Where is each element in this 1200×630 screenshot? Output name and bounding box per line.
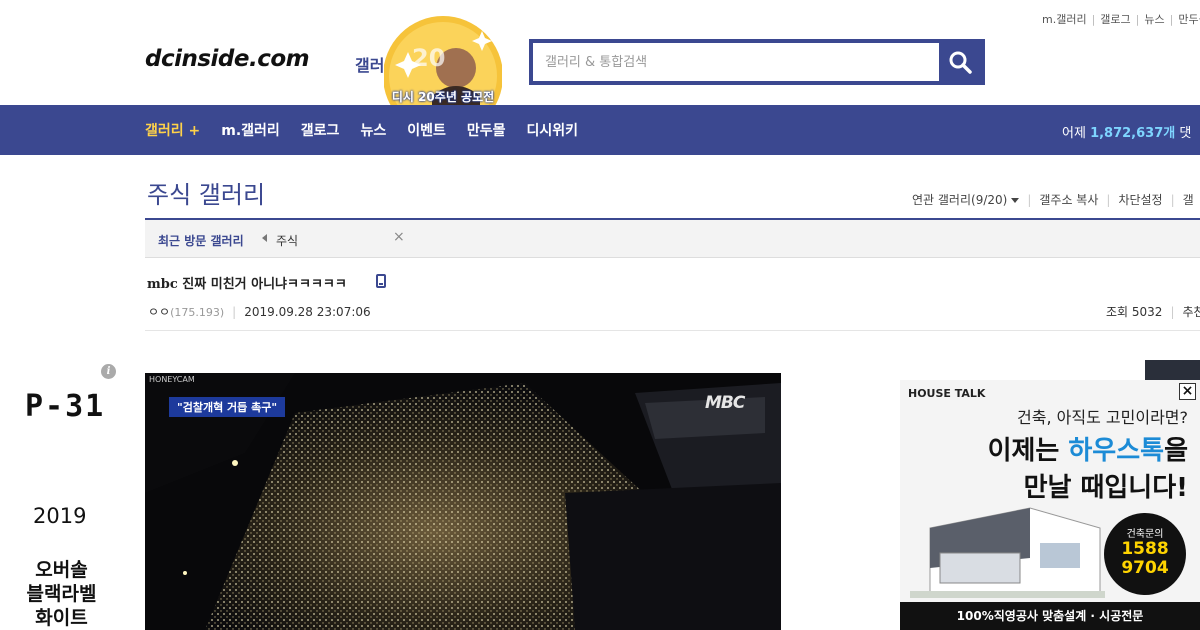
image-watermark: HONEYCAM bbox=[149, 375, 195, 384]
anniversary-badge[interactable]: 20 디시 20주년 공모전 bbox=[383, 16, 503, 136]
stats-prefix: 어제 bbox=[1062, 126, 1091, 141]
ad-phone-number-1: 1588 bbox=[1121, 539, 1169, 559]
house-illustration bbox=[910, 507, 1105, 598]
badge-number: 20 bbox=[412, 44, 445, 72]
caret-down-icon bbox=[1011, 198, 1020, 203]
ad-phone-number-2: 9704 bbox=[1121, 558, 1169, 578]
ad-phone-label: 건축문의 bbox=[1126, 529, 1164, 540]
ad-phone-badge: 건축문의 1588 9704 bbox=[1104, 513, 1186, 595]
search-bar bbox=[529, 39, 985, 85]
close-icon[interactable]: × bbox=[1179, 383, 1196, 400]
block-settings-link[interactable]: 차단설정 bbox=[1118, 191, 1162, 208]
post-stats: 조회 5032 | 추천 bbox=[1106, 303, 1200, 320]
recent-label[interactable]: 최근 방문 갤러리 bbox=[158, 232, 244, 249]
post-ip: (175.193) bbox=[170, 306, 225, 319]
ad-brand: HOUSE TALK bbox=[908, 387, 986, 400]
post-recommend: 추천 bbox=[1182, 305, 1200, 319]
stats-count: 1,872,637개 bbox=[1090, 126, 1176, 141]
left-ad-line: 블랙라벨 bbox=[26, 583, 97, 605]
left-ad-line: 화이트 bbox=[35, 607, 88, 629]
utility-links: m.갤러리|갤로그|뉴스|만두몰 bbox=[1042, 11, 1200, 27]
right-ad[interactable]: HOUSE TALK 건축, 아직도 고민이라면? 이제는 하우스톡을 만날 때… bbox=[900, 380, 1200, 630]
nav-item-gallery[interactable]: 갤러리 + bbox=[145, 120, 200, 140]
nav-item-event[interactable]: 이벤트 bbox=[407, 120, 446, 140]
util-link-news[interactable]: 뉴스 bbox=[1144, 13, 1164, 26]
mbc-logo: MBC bbox=[705, 393, 745, 413]
badge-text: 디시 20주년 공모전 bbox=[391, 90, 495, 104]
ad-headline: 건축, 아직도 고민이라면? bbox=[1017, 408, 1188, 427]
ad-footer: 100%직영공사 맞춤설계 · 시공전문 bbox=[900, 602, 1200, 630]
util-link-gallog[interactable]: 갤로그 bbox=[1100, 13, 1130, 26]
left-ad-year[interactable]: 2019 bbox=[33, 504, 86, 528]
recent-galleries: 최근 방문 갤러리 주식 × bbox=[145, 220, 1200, 258]
post-author[interactable]: ㅇㅇ bbox=[148, 305, 170, 319]
nav-item-news[interactable]: 뉴스 bbox=[360, 120, 386, 140]
post-divider bbox=[145, 330, 1200, 331]
site-logo[interactable]: dcinside.com bbox=[145, 46, 310, 72]
stats-suffix: 댓 bbox=[1175, 126, 1192, 141]
post-image[interactable]: HONEYCAM "검찰개혁 거듭 촉구" MBC bbox=[145, 373, 781, 630]
nav-item-mandumall[interactable]: 만두몰 bbox=[467, 120, 506, 140]
left-ad-line: 오버솔 bbox=[35, 559, 88, 581]
nav-item-gallog[interactable]: 갤로그 bbox=[301, 120, 340, 140]
left-ad-code[interactable]: P-31 bbox=[25, 389, 105, 424]
mobile-icon bbox=[376, 274, 386, 288]
page-title[interactable]: 주식 갤러리 bbox=[147, 175, 265, 210]
close-icon[interactable]: × bbox=[393, 229, 405, 245]
copy-address-link[interactable]: 갤주소 복사 bbox=[1039, 191, 1098, 208]
left-ad-text[interactable]: 오버솔 블랙라벨 화이트 bbox=[24, 558, 99, 630]
post-datetime: 2019.09.28 23:07:06 bbox=[244, 305, 371, 319]
arrow-left-icon[interactable] bbox=[262, 234, 267, 242]
gallery-more-link[interactable]: 갤 bbox=[1183, 191, 1194, 208]
nav-item-dcwiki[interactable]: 디시위키 bbox=[526, 120, 578, 140]
nav-item-mgallery[interactable]: m.갤러리 bbox=[221, 120, 280, 140]
ad-line-2: 이제는 하우스톡을 bbox=[987, 436, 1188, 466]
post-meta: ㅇㅇ(175.193) | 2019.09.28 23:07:06 bbox=[148, 305, 371, 319]
gallery-actions: 연관 갤러리(9/20) | 갤주소 복사 | 차단설정 | 갤 bbox=[912, 191, 1194, 208]
recent-item[interactable]: 주식 bbox=[276, 232, 298, 249]
post-views: 조회 5032 bbox=[1106, 305, 1163, 319]
main-nav: 갤러리 + m.갤러리 갤로그 뉴스 이벤트 만두몰 디시위키 어제 1,872… bbox=[0, 105, 1200, 155]
related-gallery-dropdown[interactable]: 연관 갤러리(9/20) bbox=[912, 191, 1020, 208]
search-input[interactable] bbox=[533, 43, 939, 81]
yesterday-stats: 어제 1,872,637개 댓 bbox=[1062, 122, 1191, 141]
util-link-mandumall[interactable]: 만두몰 bbox=[1178, 13, 1200, 26]
search-icon bbox=[949, 51, 972, 74]
post-title: mbc 진짜 미친거 아니냐ㅋㅋㅋㅋㅋ bbox=[147, 277, 347, 292]
ad-strip bbox=[1145, 360, 1200, 380]
info-icon[interactable]: i bbox=[101, 364, 116, 379]
util-link-mgallery[interactable]: m.갤러리 bbox=[1042, 13, 1087, 26]
search-button[interactable] bbox=[939, 43, 981, 81]
image-caption: "검찰개혁 거듭 촉구" bbox=[169, 397, 286, 417]
